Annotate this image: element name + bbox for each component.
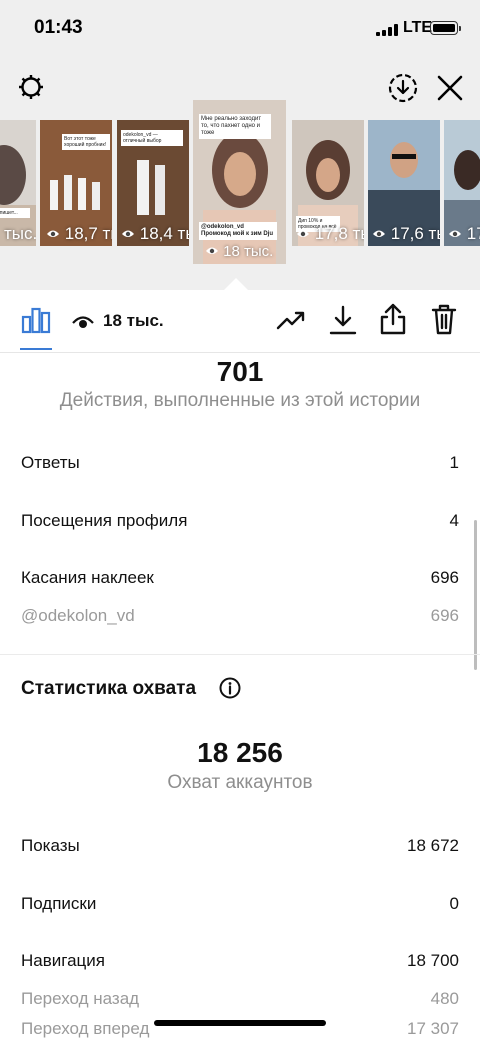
share-icon[interactable] [378, 302, 408, 336]
close-icon[interactable] [435, 73, 465, 103]
sticker-taps-label: Касания наклеек [21, 568, 154, 587]
story-thumbnail[interactable]: 17,6 тыс [368, 120, 440, 246]
back-value: 480 [430, 989, 459, 1008]
eye-icon [72, 314, 94, 330]
reach-subtitle: Охват аккаунтов [167, 772, 313, 793]
story-thumbnail[interactable]: odekolon_vd пишет... тыс. [0, 120, 36, 246]
download-icon[interactable] [328, 304, 358, 336]
home-indicator[interactable] [154, 1020, 326, 1026]
info-icon[interactable] [219, 677, 241, 699]
selected-story-pointer [224, 278, 248, 290]
story-views: 17 [448, 224, 480, 244]
insights-toolbar: 18 тыс. [0, 290, 480, 353]
story-thumbnail-selected[interactable]: Мне реально заходит то, что пахнет одно … [193, 100, 286, 264]
reach-total: 18 256 [197, 737, 283, 768]
replies-label: Ответы [21, 453, 80, 472]
section-divider [0, 654, 480, 655]
active-tab-indicator [20, 348, 52, 350]
story-views: тыс. [4, 224, 36, 243]
forward-value: 17 307 [407, 1019, 459, 1038]
forward-label: Переход вперед [21, 1019, 150, 1038]
mention-sticker-value: 696 [430, 606, 459, 625]
network-label: LTE [403, 19, 433, 36]
reach-section-title: Статистика охвата [21, 678, 197, 699]
profile-visits-label: Посещения профиля [21, 511, 188, 530]
story-caption: odekolon_vd пишет... [0, 208, 30, 218]
story-thumbnail-strip[interactable]: odekolon_vd пишет... тыс. Вот этот тоже … [0, 100, 480, 270]
views-count: 18 тыс. [103, 311, 164, 330]
story-thumbnail[interactable]: Дип 10% и промокод на всё 17,8 тыс [292, 120, 364, 246]
impressions-value: 18 672 [407, 836, 459, 855]
interactions-total: 701 [216, 356, 264, 387]
story-views: 17,6 тыс [372, 224, 440, 244]
follows-label: Подписки [21, 894, 97, 913]
story-thumbnail[interactable]: Вот этот тоже хороший пробник! 18,7 тыс [40, 120, 112, 246]
story-views: 18,7 тыс [46, 224, 112, 244]
interactions-subtitle: Действия, выполненные из этой истории [59, 390, 421, 411]
navigation-value: 18 700 [407, 951, 459, 970]
follows-value: 0 [449, 894, 459, 913]
story-caption: Мне реально заходит то, что пахнет одно … [199, 114, 271, 139]
bar-chart-icon[interactable] [20, 303, 52, 335]
story-views: 18,4 тыс [121, 224, 189, 244]
back-label: Переход назад [21, 989, 140, 1008]
navigation-label: Навигация [21, 951, 105, 970]
signal-icon [376, 24, 398, 36]
story-sticker: @odekolon_vd Промокод мой к зим Dju [199, 222, 277, 240]
battery-icon [430, 21, 461, 35]
story-thumbnail[interactable]: odekolon_vd — отличный выбор 18,4 тыс [117, 120, 189, 246]
status-time: 01:43 [34, 17, 83, 38]
mention-sticker-label[interactable]: @odekolon_vd [21, 606, 135, 626]
sticker-taps-value: 696 [430, 568, 459, 587]
profile-visits-value: 4 [449, 511, 459, 530]
story-thumbnail[interactable]: 17 [444, 120, 480, 246]
story-caption: odekolon_vd — отличный выбор [121, 130, 183, 146]
story-views: 18 тыс. [205, 243, 273, 260]
trending-up-icon[interactable] [276, 308, 306, 332]
story-views: 17,8 тыс [296, 224, 364, 244]
scrollbar[interactable] [474, 520, 477, 670]
status-bar: 01:43 LTE [0, 0, 480, 60]
trash-icon[interactable] [430, 302, 458, 336]
impressions-label: Показы [21, 836, 80, 855]
settings-gear-icon[interactable] [16, 72, 46, 102]
replies-value: 1 [449, 453, 459, 472]
story-caption: Вот этот тоже хороший пробник! [62, 134, 110, 150]
